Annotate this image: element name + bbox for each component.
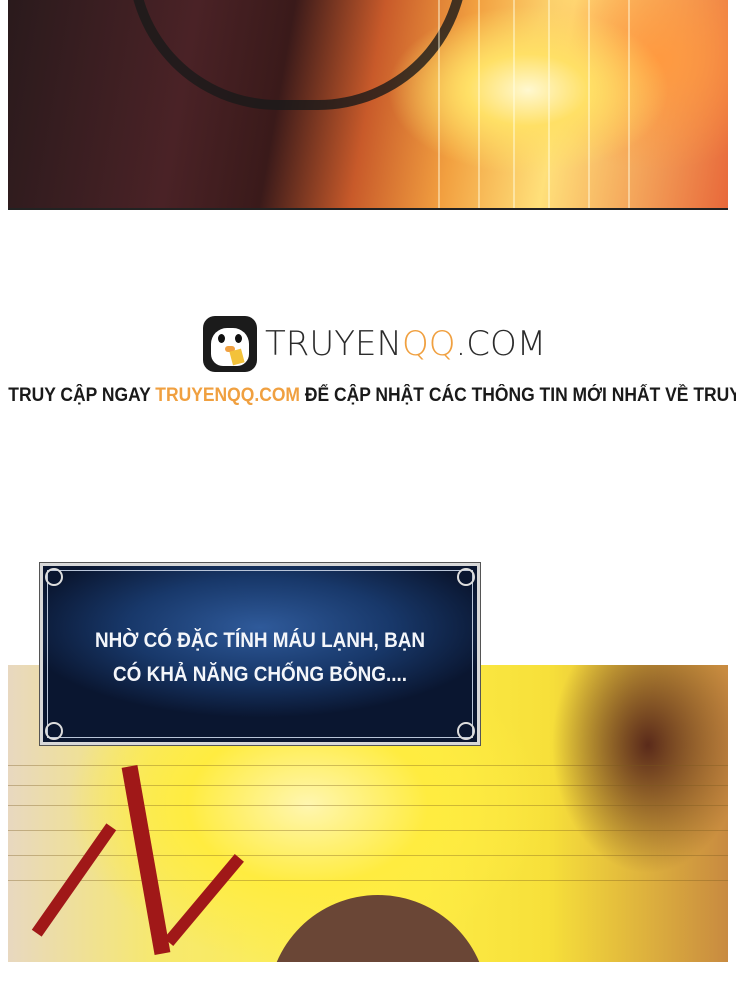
logo-text: TRUYENQQ.COM [265,324,547,364]
comic-panel-top [8,0,728,210]
penguin-icon [203,316,257,372]
dark-cloth-shape [128,0,468,110]
truyenqq-logo: TRUYENQQ.COM [203,316,546,372]
character-head [268,895,488,962]
watermark-banner: TRUY CẬP NGAY TRUYENQQ.COM ĐỂ CẬP NHẬT C… [8,385,736,406]
site-link[interactable]: TRUYENQQ.COM [155,385,300,406]
caption-box: NHỜ CÓ ĐẶC TÍNH MÁU LẠNH, BẠN CÓ KHẢ NĂN… [39,562,481,746]
caption-text: NHỜ CÓ ĐẶC TÍNH MÁU LẠNH, BẠN CÓ KHẢ NĂN… [94,629,426,686]
